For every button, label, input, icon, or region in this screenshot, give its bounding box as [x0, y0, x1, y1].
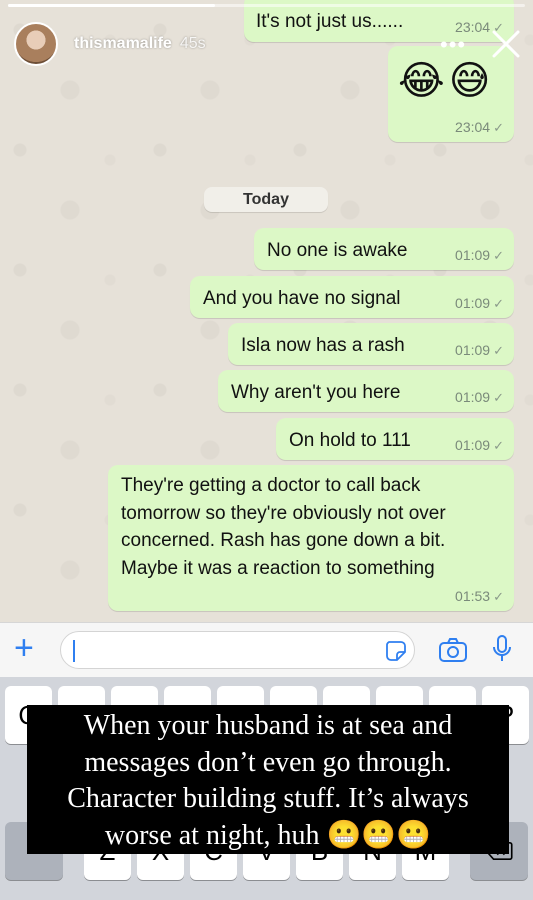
message-time: 01:53 ✓	[455, 588, 504, 604]
emoji-message: 😂😅	[398, 59, 495, 103]
story-age: 45s	[179, 35, 206, 52]
message-bubble: And you have no signal 01:09 ✓	[190, 276, 514, 318]
message-text: Why aren't you here	[231, 382, 401, 403]
message-input[interactable]	[60, 631, 415, 669]
camera-icon[interactable]	[438, 637, 468, 663]
message-time: 01:09 ✓	[455, 437, 504, 453]
caption-line: messages don’t even go through.	[84, 746, 452, 778]
sticker-icon[interactable]	[384, 639, 408, 663]
message-text: Isla now has a rash	[241, 335, 405, 356]
story-caption: When your husband is at sea and messages…	[27, 705, 509, 854]
date-separator: Today	[204, 187, 328, 212]
message-text: On hold to 111	[289, 430, 411, 451]
message-time: 23:04 ✓	[455, 119, 504, 135]
avatar[interactable]	[14, 22, 58, 66]
text-caret	[73, 640, 75, 662]
caption-line: Character building stuff. It’s always	[67, 783, 469, 814]
story-username[interactable]: thismamalife	[74, 35, 172, 53]
message-input-bar: +	[0, 622, 533, 677]
message-text: It's not just us......	[256, 11, 404, 32]
microphone-icon[interactable]	[492, 634, 512, 664]
more-options-button[interactable]: •••	[440, 32, 466, 58]
message-bubble: No one is awake 01:09 ✓	[254, 228, 514, 270]
message-text: No one is awake	[267, 240, 408, 261]
message-bubble-emoji: 😂😅 23:04 ✓	[388, 46, 514, 142]
message-bubble: Why aren't you here 01:09 ✓	[218, 370, 514, 412]
message-bubble: On hold to 111 01:09 ✓	[276, 418, 514, 460]
message-line: They're getting a doctor to call back	[121, 475, 421, 496]
close-icon[interactable]	[490, 28, 522, 60]
message-line: concerned. Rash has gone down a bit.	[121, 530, 446, 551]
message-bubble-long: They're getting a doctor to call back to…	[108, 465, 514, 611]
caption-line: worse at night, huh 😬😬😬	[104, 819, 432, 851]
message-line: tomorrow so they're obviously not over	[121, 502, 446, 524]
story-header: thismamalife 45s	[14, 22, 206, 66]
message-time: 01:09 ✓	[455, 389, 504, 405]
message-time: 01:09 ✓	[455, 247, 504, 263]
message-time: 01:09 ✓	[455, 342, 504, 358]
attach-plus-button[interactable]: +	[14, 626, 34, 670]
message-bubble: Isla now has a rash 01:09 ✓	[228, 323, 514, 365]
message-line: Maybe it was a reaction to something	[121, 557, 435, 579]
caption-line: When your husband is at sea and	[83, 710, 453, 741]
story-progress-bar	[8, 4, 525, 7]
message-text: And you have no signal	[203, 288, 401, 309]
message-time: 01:09 ✓	[455, 295, 504, 311]
